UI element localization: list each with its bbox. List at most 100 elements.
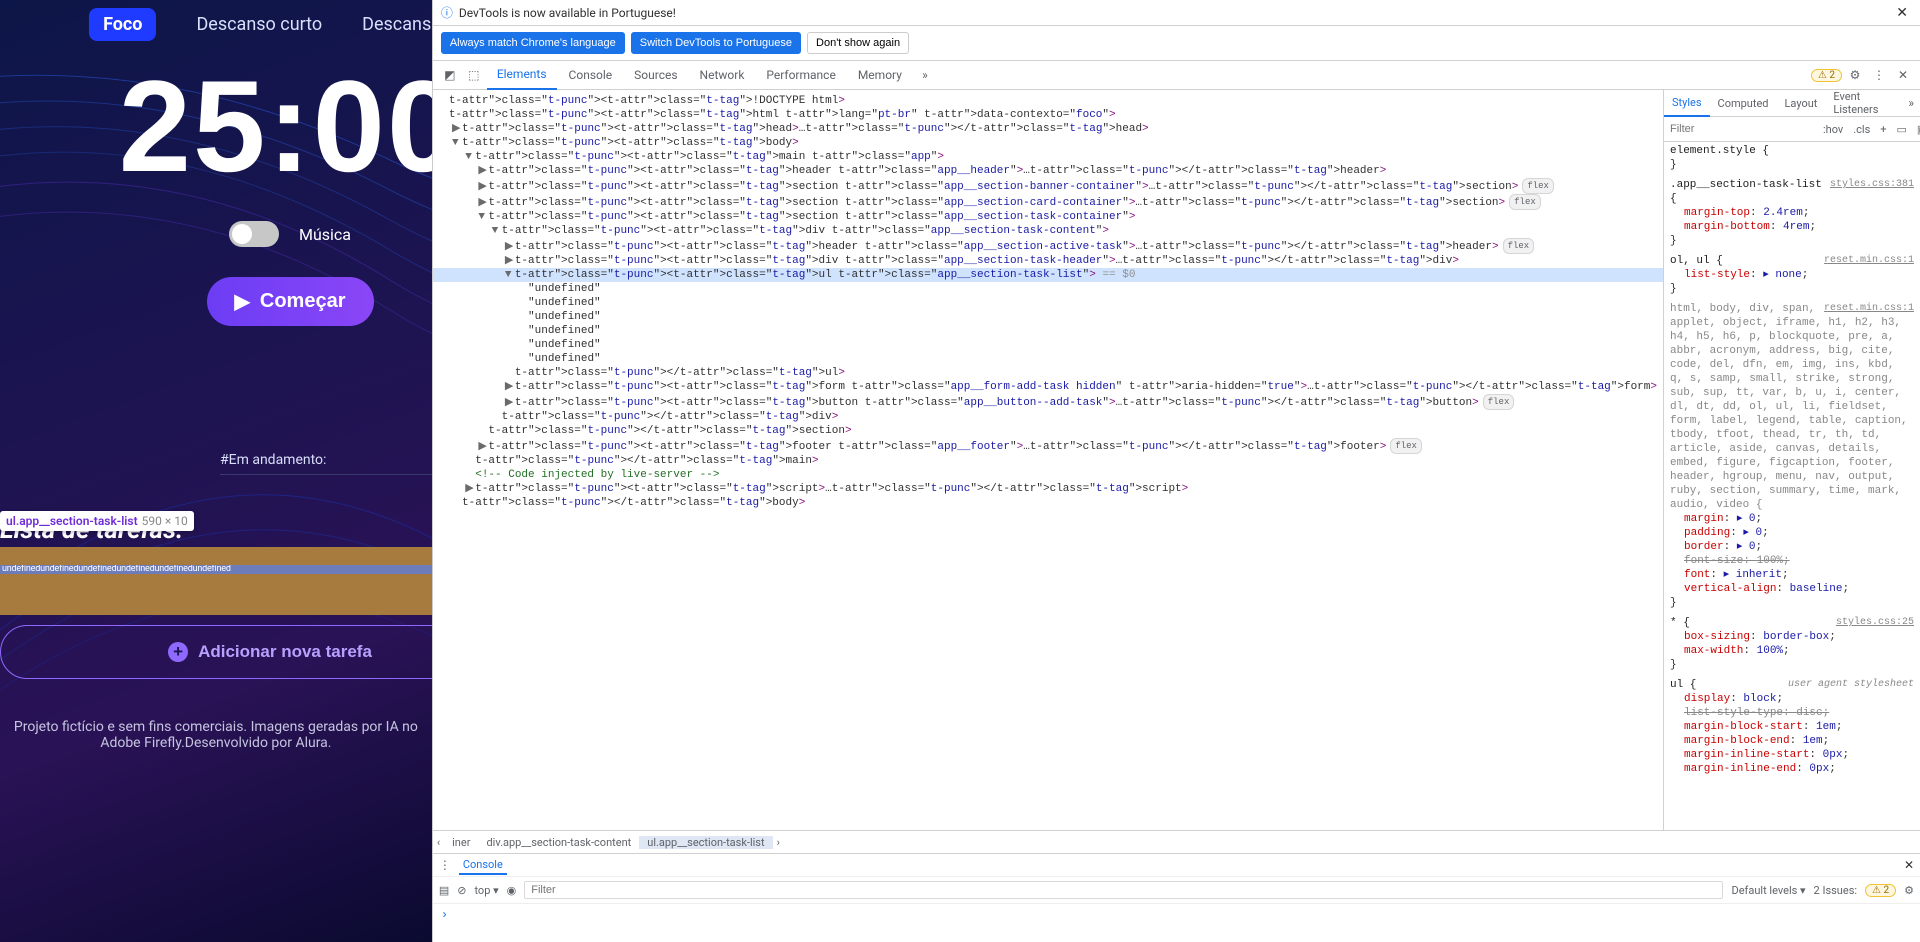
console-drawer-header: ⋮ Console ✕ xyxy=(433,853,1920,876)
console-sidebar-icon[interactable]: ▤ xyxy=(439,884,449,897)
dom-node[interactable]: ▶t-attr">class="t-punc"><t-attr">class="… xyxy=(433,254,1663,268)
settings-icon[interactable]: ⚙ xyxy=(1844,68,1866,82)
styles-pane: Styles Computed Layout Event Listeners »… xyxy=(1663,90,1920,830)
dom-node[interactable]: ▶t-attr">class="t-punc"><t-attr">class="… xyxy=(433,178,1663,194)
dom-node[interactable]: "undefined" xyxy=(433,310,1663,324)
dom-node[interactable]: "undefined" xyxy=(433,324,1663,338)
inspect-tooltip-size: 590 × 10 xyxy=(142,514,188,528)
inspect-element-icon[interactable]: ◩ xyxy=(439,68,461,82)
dom-node[interactable]: "undefined" xyxy=(433,282,1663,296)
play-icon: ▶ xyxy=(235,289,250,314)
add-task-label: Adicionar nova tarefa xyxy=(198,642,372,662)
new-rule-icon[interactable]: + xyxy=(1875,123,1891,136)
dom-node[interactable]: ▶t-attr">class="t-punc"><t-attr">class="… xyxy=(433,194,1663,210)
console-issues-label[interactable]: 2 Issues: xyxy=(1814,884,1858,897)
warnings-badge[interactable]: ⚠ 2 xyxy=(1811,69,1842,82)
cls-toggle[interactable]: .cls xyxy=(1848,123,1875,136)
dom-node[interactable]: ▼t-attr">class="t-punc"><t-attr">class="… xyxy=(433,268,1663,282)
dom-node[interactable]: t-attr">class="t-punc"><t-attr">class="t… xyxy=(433,108,1663,122)
dom-node[interactable]: t-attr">class="t-punc"></t-attr">class="… xyxy=(433,454,1663,468)
devtools-infobar: ⓘ DevTools is now available in Portugues… xyxy=(433,0,1920,26)
dom-node[interactable]: ▶t-attr">class="t-punc"><t-attr">class="… xyxy=(433,380,1663,394)
dom-node[interactable]: "undefined" xyxy=(433,338,1663,352)
crumb-scroll-left[interactable]: ‹ xyxy=(433,836,444,849)
console-settings-icon[interactable]: ⚙ xyxy=(1904,884,1914,897)
dom-tree[interactable]: t-attr">class="t-punc"><t-attr">class="t… xyxy=(433,90,1663,830)
breadcrumb-item[interactable]: iner xyxy=(444,836,478,849)
music-toggle-row: Música xyxy=(20,221,432,247)
add-task-button[interactable]: + Adicionar nova tarefa xyxy=(0,625,432,679)
styles-more-icon[interactable]: » xyxy=(1902,96,1920,110)
app-pane: Foco Descanso curto Descanso longo 25:00… xyxy=(0,0,432,942)
dom-node[interactable]: ▼t-attr">class="t-punc"><t-attr">class="… xyxy=(433,210,1663,224)
tab-console[interactable]: Console xyxy=(559,61,623,89)
dom-node[interactable]: ▼t-attr">class="t-punc"><t-attr">class="… xyxy=(433,136,1663,150)
dom-node[interactable]: ▼t-attr">class="t-punc"><t-attr">class="… xyxy=(433,224,1663,238)
tab-network[interactable]: Network xyxy=(690,61,755,89)
infobar-close-button[interactable]: ✕ xyxy=(1892,5,1912,21)
dom-node[interactable]: ▶t-attr">class="t-punc"><t-attr">class="… xyxy=(433,394,1663,410)
dom-node[interactable]: ▶t-attr">class="t-punc"><t-attr">class="… xyxy=(433,438,1663,454)
dom-node[interactable]: t-attr">class="t-punc"></t-attr">class="… xyxy=(433,366,1663,380)
console-prompt[interactable]: › xyxy=(433,903,1920,942)
console-filter-input[interactable] xyxy=(524,881,1723,899)
music-toggle[interactable] xyxy=(229,221,279,247)
crumb-scroll-right[interactable]: › xyxy=(773,836,784,849)
start-button-label: Começar xyxy=(260,290,346,313)
match-language-button[interactable]: Always match Chrome's language xyxy=(441,32,625,54)
dom-node[interactable]: <!-- Code injected by live-server --> xyxy=(433,468,1663,482)
dont-show-button[interactable]: Don't show again xyxy=(807,32,909,54)
tab-descanso-curto[interactable]: Descanso curto xyxy=(196,14,322,35)
breadcrumb-item[interactable]: div.app__section-task-content xyxy=(478,836,639,849)
styles-tab-computed[interactable]: Computed xyxy=(1710,90,1777,116)
styles-filter-input[interactable] xyxy=(1664,123,1818,135)
dom-node[interactable]: "undefined" xyxy=(433,352,1663,366)
app-footer: Projeto fictício e sem fins comerciais. … xyxy=(0,719,432,751)
tab-foco[interactable]: Foco xyxy=(89,8,156,41)
dom-node[interactable]: "undefined" xyxy=(433,296,1663,310)
timer-display: 25:00 xyxy=(20,51,432,201)
dom-node[interactable]: t-attr">class="t-punc"></t-attr">class="… xyxy=(433,410,1663,424)
more-tabs-icon[interactable]: » xyxy=(914,68,936,82)
console-live-icon[interactable]: ◉ xyxy=(507,884,517,897)
console-drawer-tab[interactable]: Console xyxy=(459,856,507,875)
devtools-language-buttons: Always match Chrome's language Switch De… xyxy=(433,26,1920,61)
task-list-highlight-area: undefinedundefinedundefinedundefinedunde… xyxy=(0,547,432,615)
tab-sources[interactable]: Sources xyxy=(624,61,687,89)
styles-icon-1[interactable]: ▭ xyxy=(1892,123,1912,136)
in-progress-label: #Em andamento: xyxy=(220,446,432,475)
styles-tab-layout[interactable]: Layout xyxy=(1777,90,1826,116)
switch-language-button[interactable]: Switch DevTools to Portuguese xyxy=(631,32,801,54)
dom-node[interactable]: ▶t-attr">class="t-punc"><t-attr">class="… xyxy=(433,482,1663,496)
console-menu-icon[interactable]: ⋮ xyxy=(439,858,451,872)
dom-node[interactable]: t-attr">class="t-punc"></t-attr">class="… xyxy=(433,424,1663,438)
plus-icon: + xyxy=(168,642,188,662)
hov-toggle[interactable]: :hov xyxy=(1818,123,1848,136)
dom-node[interactable]: ▶t-attr">class="t-punc"><t-attr">class="… xyxy=(433,238,1663,254)
styles-tab-styles[interactable]: Styles xyxy=(1664,89,1710,117)
dom-node[interactable]: ▶t-attr">class="t-punc"><t-attr">class="… xyxy=(433,122,1663,136)
close-devtools-icon[interactable]: ✕ xyxy=(1892,68,1914,82)
styles-tab-event-listeners[interactable]: Event Listeners xyxy=(1825,90,1902,116)
styles-rules[interactable]: element.style {}styles.css:381.app__sect… xyxy=(1664,142,1920,830)
dom-node[interactable]: ▼t-attr">class="t-punc"><t-attr">class="… xyxy=(433,150,1663,164)
console-context-select[interactable]: top ▾ xyxy=(474,884,498,897)
styles-icon-2[interactable]: ▣ xyxy=(1912,123,1920,136)
dom-node[interactable]: ▶t-attr">class="t-punc"><t-attr">class="… xyxy=(433,164,1663,178)
dom-node[interactable]: t-attr">class="t-punc"></t-attr">class="… xyxy=(433,496,1663,510)
tab-elements[interactable]: Elements xyxy=(487,60,557,90)
console-close-icon[interactable]: ✕ xyxy=(1904,858,1914,872)
device-toolbar-icon[interactable]: ⬚ xyxy=(463,68,485,82)
console-levels-select[interactable]: Default levels ▾ xyxy=(1731,884,1805,897)
kebab-icon[interactable]: ⋮ xyxy=(1868,68,1890,82)
breadcrumb-item[interactable]: ul.app__section-task-list xyxy=(639,836,772,849)
tab-performance[interactable]: Performance xyxy=(756,61,845,89)
inspect-tooltip-selector: ul.app__section-task-list xyxy=(6,514,138,528)
console-clear-icon[interactable]: ⊘ xyxy=(457,884,466,897)
tab-memory[interactable]: Memory xyxy=(848,61,912,89)
dom-node[interactable]: t-attr">class="t-punc"><t-attr">class="t… xyxy=(433,94,1663,108)
tab-descanso-longo[interactable]: Descanso longo xyxy=(362,14,432,35)
start-button[interactable]: ▶ Começar xyxy=(207,277,374,326)
mode-tabs: Foco Descanso curto Descanso longo xyxy=(20,0,432,41)
console-issues-badge[interactable]: ⚠ 2 xyxy=(1865,884,1896,897)
